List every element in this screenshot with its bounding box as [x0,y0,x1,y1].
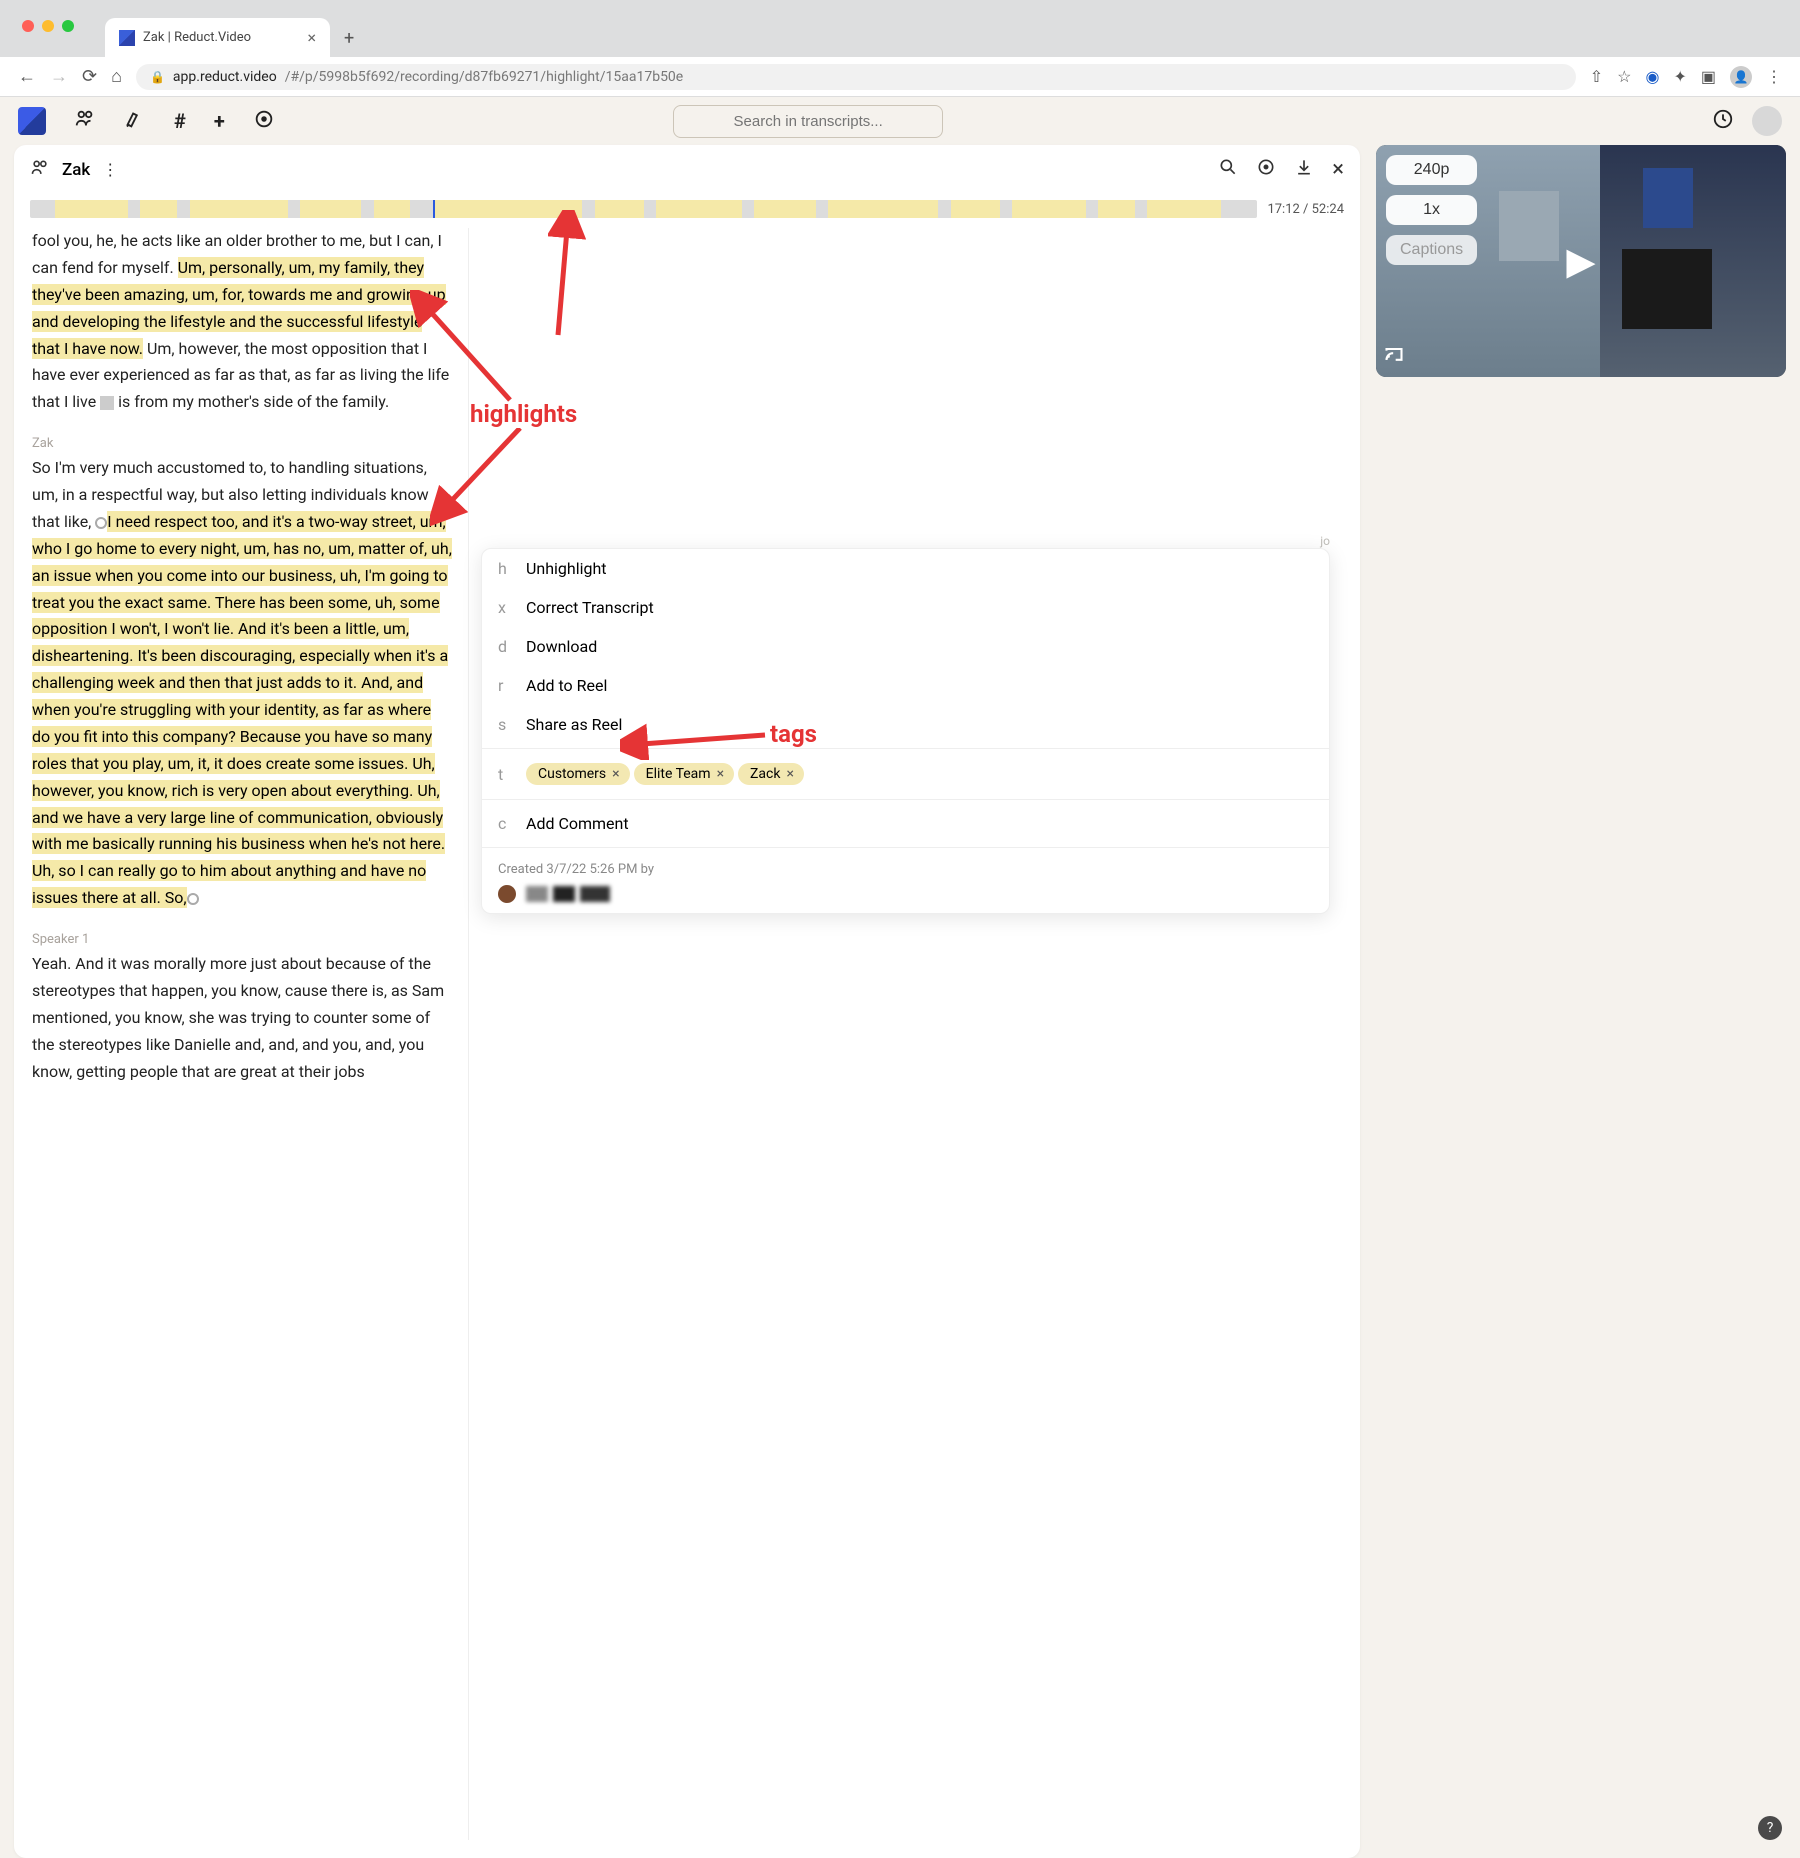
shortcut-key: r [498,676,510,695]
speed-button[interactable]: 1x [1386,195,1477,225]
share-icon[interactable]: ⇧ [1590,67,1603,86]
relative-timestamp: jo [1320,534,1330,548]
browser-chrome: Zak | Reduct.Video × + [0,0,1800,57]
play-icon[interactable]: ▶ [1566,239,1595,284]
onepassword-icon[interactable]: ◉ [1646,67,1660,86]
menu-label: Download [526,637,597,656]
created-text: Created 3/7/22 5:26 PM by [498,862,1313,877]
forward-button[interactable]: → [50,66,68,87]
popup-item-unhighlight[interactable]: h Unhighlight [482,549,1329,588]
menu-label: Correct Transcript [526,598,654,617]
browser-toolbar: ← → ⟳ ⌂ 🔒 app.reduct.video /#/p/5998b5f69… [0,57,1800,97]
video-player[interactable]: 240p 1x Captions ▶ [1376,145,1786,377]
people-small-icon[interactable] [30,158,50,182]
target-small-icon[interactable] [1256,157,1276,182]
search-input[interactable] [673,105,943,138]
speaker-label: Speaker 1 [32,932,452,947]
browser-tab[interactable]: Zak | Reduct.Video × [105,18,330,57]
shortcut-key: d [498,637,510,656]
highlighter-icon[interactable] [124,108,146,135]
speaker-label: Zak [32,436,452,451]
home-button[interactable]: ⌂ [111,66,122,87]
transcript-paragraph: So I'm very much accustomed to, to handl… [32,455,452,912]
sidepanel-icon[interactable]: ▣ [1701,67,1716,86]
add-comment-button[interactable]: c Add Comment [482,804,1329,843]
redacted-icon [100,396,114,410]
shortcut-key: x [498,598,510,617]
bookmark-icon[interactable]: ☆ [1617,67,1631,86]
extensions-icon[interactable]: ✦ [1673,67,1686,86]
favicon [119,30,135,46]
profile-icon[interactable]: 👤 [1730,66,1752,88]
plus-icon[interactable]: + [214,109,225,133]
url-domain: app.reduct.video [173,69,277,85]
selection-handle-end[interactable] [187,893,199,905]
captions-button[interactable]: Captions [1386,235,1477,265]
maximize-window[interactable] [62,20,74,32]
highlight[interactable]: I need respect too, and it's a two-way s… [32,511,452,908]
menu-label: Add Comment [526,814,629,833]
tag-customers[interactable]: Customers × [526,763,630,785]
transcript-paragraph: Yeah. And it was morally more just about… [32,951,452,1085]
target-icon[interactable] [253,108,275,135]
app-logo[interactable] [18,107,46,135]
url-bar[interactable]: 🔒 app.reduct.video /#/p/5998b5f692/record… [136,64,1576,90]
hash-icon[interactable]: # [174,109,186,133]
highlight-popup: h Unhighlight x Correct Transcript d Download… [481,548,1330,914]
reload-button[interactable]: ⟳ [82,66,97,87]
help-button[interactable]: ? [1758,1816,1782,1840]
timeline[interactable] [30,200,1257,218]
doc-title: Zak [62,160,90,180]
new-tab-button[interactable]: + [330,20,368,57]
tags-row: t Customers × Elite Team × Zack × [482,753,1329,795]
people-icon[interactable] [74,108,96,135]
minimize-window[interactable] [42,20,54,32]
menu-label: Unhighlight [526,559,607,578]
tag-remove-icon[interactable]: × [786,766,793,782]
creator-avatar [498,885,516,903]
popup-item-add-to-reel[interactable]: r Add to Reel [482,666,1329,705]
shortcut-key: t [498,765,510,784]
creator-name-redacted [526,886,610,902]
tab-title: Zak | Reduct.Video [143,30,251,45]
popup-item-download[interactable]: d Download [482,627,1329,666]
app-bar: # + [0,97,1800,145]
tag-remove-icon[interactable]: × [612,766,619,782]
tag-elite-team[interactable]: Elite Team × [634,763,734,785]
back-button[interactable]: ← [18,66,36,87]
tag-zack[interactable]: Zack × [738,763,804,785]
url-path: /#/p/5998b5f692/recording/d87fb69271/hig… [285,69,684,85]
popup-item-share-as-reel[interactable]: s Share as Reel [482,705,1329,744]
menu-label: Share as Reel [526,715,622,734]
search-icon[interactable] [1218,157,1238,182]
chrome-menu-icon[interactable]: ⋮ [1766,67,1782,86]
transcript-panel: Zak ⋮ × [14,145,1360,1858]
transcript-paragraph: fool you, he, he acts like an older brot… [32,228,452,416]
transcript[interactable]: fool you, he, he acts like an older brot… [32,228,462,1840]
close-window[interactable] [22,20,34,32]
playhead[interactable] [433,200,435,218]
user-avatar[interactable] [1752,106,1782,136]
shortcut-key: s [498,715,510,734]
selection-handle-start[interactable] [95,517,107,529]
menu-label: Add to Reel [526,676,607,695]
lock-icon: 🔒 [150,70,165,84]
shortcut-key: c [498,814,510,833]
time-display: 17:12 / 52:24 [1267,202,1344,217]
doc-menu-icon[interactable]: ⋮ [102,160,118,179]
shortcut-key: h [498,559,510,578]
tab-close-icon[interactable]: × [307,28,316,47]
popup-item-correct-transcript[interactable]: x Correct Transcript [482,588,1329,627]
close-icon[interactable]: × [1332,157,1344,182]
tag-remove-icon[interactable]: × [717,766,724,782]
download-icon[interactable] [1294,157,1314,182]
traffic-lights [22,20,74,32]
clock-icon[interactable] [1712,108,1734,135]
cast-icon[interactable] [1384,344,1404,369]
quality-button[interactable]: 240p [1386,155,1477,185]
